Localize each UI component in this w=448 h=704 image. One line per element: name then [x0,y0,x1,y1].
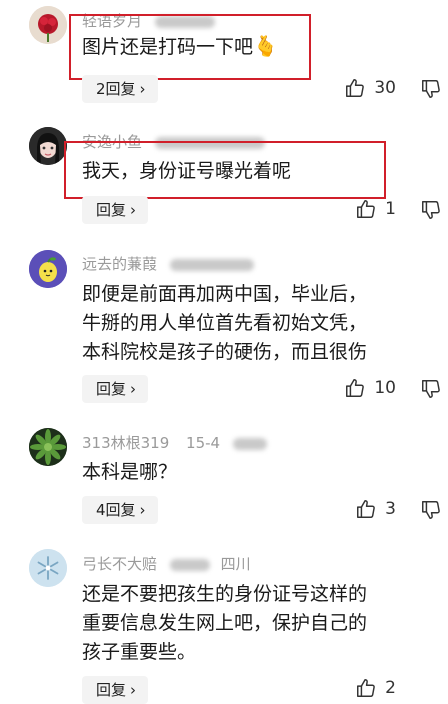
thumbs-up-icon [344,77,366,99]
reply-button[interactable]: 2回复 › [82,75,158,103]
dislike-button[interactable] [420,378,442,400]
like-button[interactable]: 30 [344,77,396,99]
like-count: 30 [374,78,396,98]
comment-text: 即便是前面再加两中国，毕业后， 牛掰的用人单位首先看初始文凭， 本科院校是孩子的… [82,283,368,363]
girl-portrait-icon [29,127,67,165]
red-flower-icon [29,6,67,44]
like-count: 2 [385,678,396,698]
avatar[interactable] [29,549,67,587]
blurred-meta [169,558,210,571]
blurred-meta [232,437,267,450]
comment-text: 图片还是打码一下吧🫰 [82,34,278,58]
reply-button[interactable]: 回复 › [82,196,149,224]
dislike-button[interactable] [420,499,442,521]
dislike-button[interactable] [420,78,442,100]
finger-heart-emoji: 🫰 [253,34,278,58]
like-count: 1 [385,199,396,219]
like-count: 10 [374,378,396,398]
like-count: 3 [385,499,396,519]
avatar[interactable] [29,127,67,165]
chevron-right-icon: › [130,380,137,398]
username[interactable]: 远去的蒹葭 [82,255,157,273]
blurred-meta [169,258,254,271]
thumbs-down-icon [422,380,440,398]
avatar[interactable] [29,250,67,288]
like-button[interactable]: 10 [344,377,396,399]
chevron-right-icon: › [139,501,146,519]
reply-button[interactable]: 回复 › [82,375,149,403]
chevron-right-icon: › [130,681,137,699]
comment-meta: 弓长不大赔 四川 [82,555,251,573]
thumbs-up-icon [355,498,377,520]
avatar[interactable] [29,428,67,466]
comment-text: 还是不要把孩生的身份证号这样的 重要信息发生网上吧，保护自己的 孩子重要些。 [82,583,368,663]
lemon-cartoon-icon [29,250,67,288]
like-button[interactable]: 2 [355,677,396,699]
dislike-button[interactable] [420,199,442,221]
thumbs-up-icon [355,677,377,699]
thumbs-up-icon [344,377,366,399]
thumbs-down-icon [422,201,440,219]
comment-meta: 313林根319 15-4 [82,432,267,453]
thumbs-up-icon [355,198,377,220]
reply-button[interactable]: 4回复 › [82,496,158,524]
username[interactable]: 313林根319 [82,434,169,452]
thumbs-down-icon [422,80,440,98]
like-button[interactable]: 1 [355,198,396,220]
comment-text: 本科是哪？ [82,461,178,483]
comment-text: 我天，身份证号曝光着呢 [82,160,292,182]
chevron-right-icon: › [130,201,137,219]
thumbs-down-icon [422,501,440,519]
succulent-plant-icon [29,428,67,466]
like-button[interactable]: 3 [355,498,396,520]
username[interactable]: 弓长不大赔 [82,555,157,573]
snowflake-icon [29,549,67,587]
avatar[interactable] [29,6,67,44]
reply-button[interactable]: 回复 › [82,676,149,704]
comment-meta: 远去的蒹葭 [82,253,254,274]
chevron-right-icon: › [139,80,146,98]
